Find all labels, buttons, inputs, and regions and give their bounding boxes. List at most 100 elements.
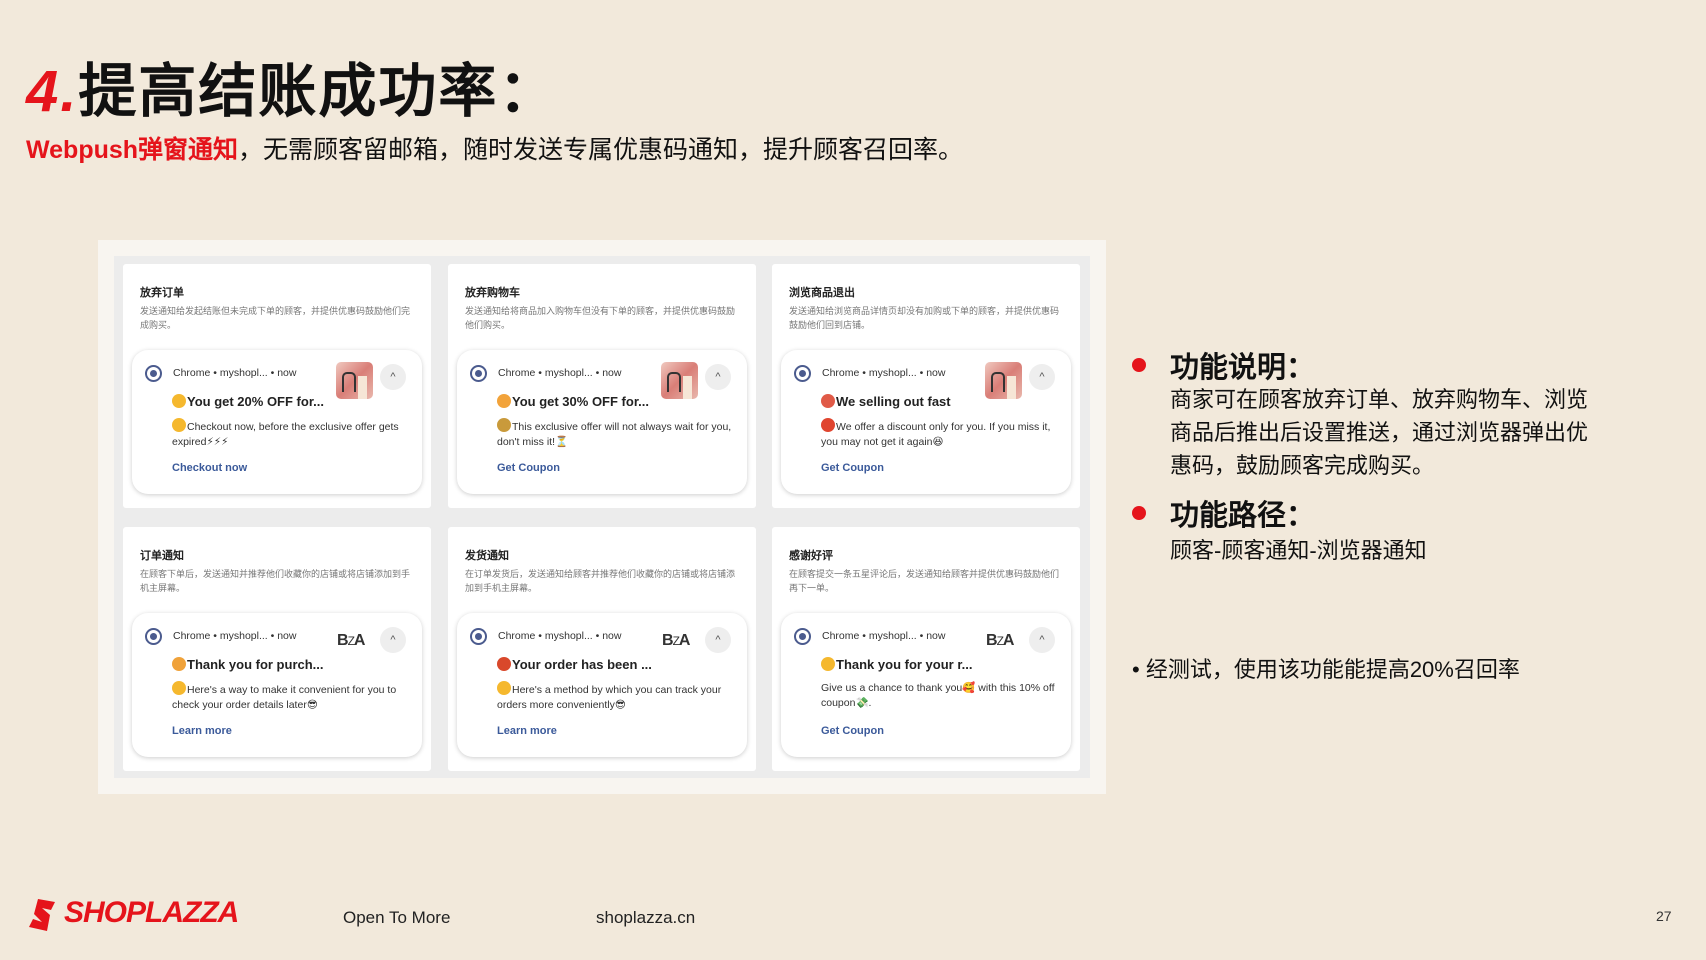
notification-heading-text: Thank you for your r... <box>836 657 973 672</box>
notification-body: This exclusive offer will not always wai… <box>497 418 737 450</box>
collapse-chevron-up-icon[interactable]: ^ <box>705 627 731 653</box>
notification-heading-text: We selling out fast <box>836 394 951 409</box>
product-thumbnail-image <box>336 362 373 399</box>
notification-source: Chrome • myshopl... • now <box>498 630 622 642</box>
emoji-icon <box>821 418 835 432</box>
notification-heading: Your order has been ... <box>497 657 652 672</box>
notification-body: Give us a chance to thank you🥰 with this… <box>821 681 1061 711</box>
card-title: 放弃购物车 <box>465 286 520 299</box>
collapse-chevron-up-icon[interactable]: ^ <box>1029 627 1055 653</box>
notification-body: Checkout now, before the exclusive offer… <box>172 418 412 450</box>
chrome-icon <box>145 365 162 382</box>
notification-action-link[interactable]: Get Coupon <box>821 462 884 474</box>
notification-body: Here's a way to make it convenient for y… <box>172 681 412 713</box>
emoji-icon <box>821 394 835 408</box>
brand-logo-image: BZA <box>662 632 690 649</box>
page-subtitle: Webpush弹窗通知，无需顾客留邮箱，随时发送专属优惠码通知，提升顾客召回率。 <box>26 130 963 166</box>
subtitle-highlight: Webpush弹窗通知 <box>26 136 239 164</box>
push-notification-preview[interactable]: Chrome • myshopl... • now ^ You get 20% OF… <box>132 350 422 494</box>
card-description: 在顾客提交一条五星评论后，发送通知给顾客并提供优惠码鼓励他们再下一单。 <box>789 570 1060 594</box>
notification-heading: We selling out fast <box>821 394 951 409</box>
brand-logo-image: BZA <box>986 632 1014 649</box>
emoji-icon <box>497 394 511 408</box>
notification-source: Chrome • myshopl... • now <box>498 367 622 379</box>
notification-action-link[interactable]: Checkout now <box>172 462 247 474</box>
chrome-icon <box>470 365 487 382</box>
notification-heading: Thank you for purch... <box>172 657 324 672</box>
notification-body-text: Here's a method by which you can track y… <box>497 684 722 711</box>
product-thumbnail-image <box>985 362 1022 399</box>
chrome-icon <box>794 628 811 645</box>
push-notification-preview[interactable]: Chrome • myshopl... • now BZA ^ Your order … <box>457 613 747 757</box>
template-card[interactable]: 发货通知 在订单发货后，发送通知给顾客并推荐他们收藏你的店铺或将店铺添加到手机主屏… <box>448 527 756 771</box>
notification-heading: Thank you for your r... <box>821 657 973 672</box>
push-notification-preview[interactable]: Chrome • myshopl... • now BZA ^ Thank you f… <box>781 613 1071 757</box>
collapse-chevron-up-icon[interactable]: ^ <box>705 364 731 390</box>
card-title: 感谢好评 <box>789 549 833 562</box>
notification-body-text: We offer a discount only for you. If you… <box>821 421 1051 448</box>
push-notification-preview[interactable]: Chrome • myshopl... • now ^ We selling out… <box>781 350 1071 494</box>
brand-logo-image: BZA <box>337 632 365 649</box>
bullet-dot <box>1132 506 1146 520</box>
notification-source: Chrome • myshopl... • now <box>822 630 946 642</box>
notification-action-link[interactable]: Get Coupon <box>497 462 560 474</box>
feature-path-body: 顾客-顾客通知-浏览器通知 <box>1170 538 1427 563</box>
card-description: 在订单发货后，发送通知给顾客并推荐他们收藏你的店铺或将店铺添加到手机主屏幕。 <box>465 570 736 594</box>
notification-heading: You get 20% OFF for... <box>172 394 324 409</box>
notification-body-text: This exclusive offer will not always wai… <box>497 421 732 448</box>
emoji-icon <box>172 394 186 408</box>
notification-body-text: Here's a way to make it convenient for y… <box>172 684 397 711</box>
notification-body: We offer a discount only for you. If you… <box>821 418 1061 450</box>
notification-action-link[interactable]: Learn more <box>497 725 557 737</box>
shoplazza-logo-icon <box>29 899 55 931</box>
product-thumbnail-image <box>661 362 698 399</box>
emoji-icon <box>172 681 186 695</box>
emoji-icon <box>821 657 835 671</box>
card-title: 放弃订单 <box>140 286 184 299</box>
notification-heading-text: Thank you for purch... <box>187 657 324 672</box>
shoplazza-logo-text: SHOPLAZZA <box>64 896 239 929</box>
collapse-chevron-up-icon[interactable]: ^ <box>1029 364 1055 390</box>
notification-action-link[interactable]: Learn more <box>172 725 232 737</box>
template-card[interactable]: 放弃订单 发送通知给发起结账但未完成下单的顾客，并提供优惠码鼓励他们完成购买。 Ch… <box>123 264 431 508</box>
card-description: 发送通知给浏览商品详情页却没有加购或下单的顾客，并提供优惠码鼓励他们回到店铺。 <box>789 307 1060 331</box>
notification-body: Here's a method by which you can track y… <box>497 681 737 713</box>
push-notification-preview[interactable]: Chrome • myshopl... • now ^ You get 30% OF… <box>457 350 747 494</box>
notification-heading: You get 30% OFF for... <box>497 394 649 409</box>
footer-website: shoplazza.cn <box>596 908 696 927</box>
template-card[interactable]: 浏览商品退出发送通知给浏览商品详情页却没有加购或下单的顾客，并提供优惠码鼓励他们… <box>772 264 1080 508</box>
card-title: 浏览商品退出 <box>789 286 855 299</box>
collapse-chevron-up-icon[interactable]: ^ <box>380 364 406 390</box>
notification-heading-text: You get 30% OFF for... <box>512 394 649 409</box>
chrome-icon <box>145 628 162 645</box>
bullet-dot <box>1132 358 1146 372</box>
notification-body-text: Checkout now, before the exclusive offer… <box>172 421 399 448</box>
footer-tagline: Open To More <box>343 908 451 927</box>
emoji-icon <box>497 657 511 671</box>
feature-description-body: 商家可在顾客放弃订单、放弃购物车、浏览商品后推出后设置推送，通过浏览器弹出优惠码… <box>1170 387 1589 478</box>
emoji-icon <box>497 418 511 432</box>
template-card[interactable]: 放弃购物车发送通知给将商品加入购物车但没有下单的顾客，并提供优惠码鼓励他们购买。… <box>448 264 756 508</box>
emoji-icon <box>497 681 511 695</box>
push-notification-preview[interactable]: Chrome • myshopl... • now BZA ^ Thank you f… <box>132 613 422 757</box>
feature-path-title: 功能路径： <box>1170 500 1316 532</box>
card-title: 订单通知 <box>140 549 184 562</box>
notification-heading-text: Your order has been ... <box>512 657 652 672</box>
notification-source: Chrome • myshopl... • now <box>173 367 297 379</box>
title-text: 提高结账成功率： <box>78 59 559 124</box>
chrome-icon <box>794 365 811 382</box>
template-card[interactable]: 订单通知 在顾客下单后，发送通知并推荐他们收藏你的店铺或将店铺添加到手机主屏幕。 C… <box>123 527 431 771</box>
card-description: 发送通知给将商品加入购物车但没有下单的顾客，并提供优惠码鼓励他们购买。 <box>465 307 736 331</box>
test-result-note: • 经测试，使用该功能能提高20%召回率 <box>1132 657 1520 682</box>
feature-description-title: 功能说明： <box>1170 352 1316 384</box>
notification-source: Chrome • myshopl... • now <box>822 367 946 379</box>
emoji-icon <box>172 657 186 671</box>
chrome-icon <box>470 628 487 645</box>
card-description: 在顾客下单后，发送通知并推荐他们收藏你的店铺或将店铺添加到手机主屏幕。 <box>140 570 411 594</box>
subtitle-text: ，无需顾客留邮箱，随时发送专属优惠码通知，提升顾客召回率。 <box>238 136 964 164</box>
page-title: 4.提高结账成功率： <box>26 44 558 128</box>
collapse-chevron-up-icon[interactable]: ^ <box>380 627 406 653</box>
title-number: 4. <box>26 59 79 124</box>
template-card[interactable]: 感谢好评在顾客提交一条五星评论后，发送通知给顾客并提供优惠码鼓励他们再下一单。 C… <box>772 527 1080 771</box>
notification-action-link[interactable]: Get Coupon <box>821 725 884 737</box>
